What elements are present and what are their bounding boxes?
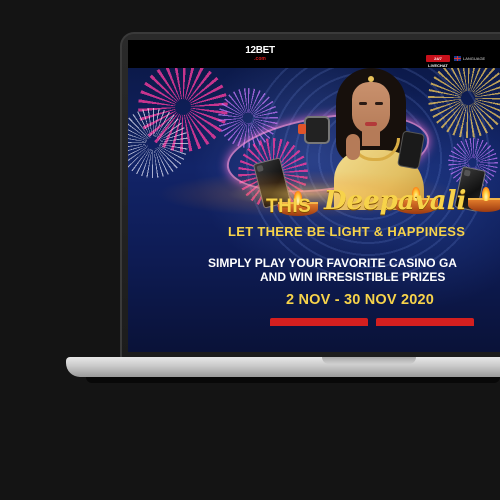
site-header: 12BET .com 24/7 LIVECHAT LANGUAGE: [128, 40, 500, 68]
logo-text: 12BET: [245, 45, 275, 56]
cta-button-left[interactable]: [270, 318, 368, 326]
promo-text-line-1: SIMPLY PLAY YOUR FAVORITE CASINO GA: [208, 256, 457, 270]
subheadline: LET THERE BE LIGHT & HAPPINESS: [228, 224, 466, 239]
language-label: LANGUAGE: [463, 56, 486, 61]
diya-lamp-icon: [468, 187, 500, 212]
headline-prefix: THIS: [266, 196, 312, 217]
language-selector[interactable]: LANGUAGE: [454, 55, 485, 62]
promo-text-line-2: AND WIN IRRESISTIBLE PRIZES: [260, 270, 446, 284]
site-logo[interactable]: 12BET .com: [240, 45, 280, 63]
laptop-shadow: [86, 377, 500, 383]
headline-script: Deepavali: [324, 186, 467, 216]
laptop-notch: [322, 357, 416, 364]
laptop-base: [66, 357, 500, 377]
promo-dates: 2 NOV - 30 NOV 2020: [286, 292, 435, 308]
logo-domain: .com: [254, 56, 266, 62]
laptop-screen: 12BET .com 24/7 LIVECHAT LANGUAGE THIS D…: [128, 40, 500, 352]
livechat-button[interactable]: 24/7 LIVECHAT: [426, 55, 450, 68]
cta-button-right[interactable]: [376, 318, 474, 326]
flag-icon: [454, 56, 461, 62]
smartwatch-icon: [298, 116, 330, 144]
